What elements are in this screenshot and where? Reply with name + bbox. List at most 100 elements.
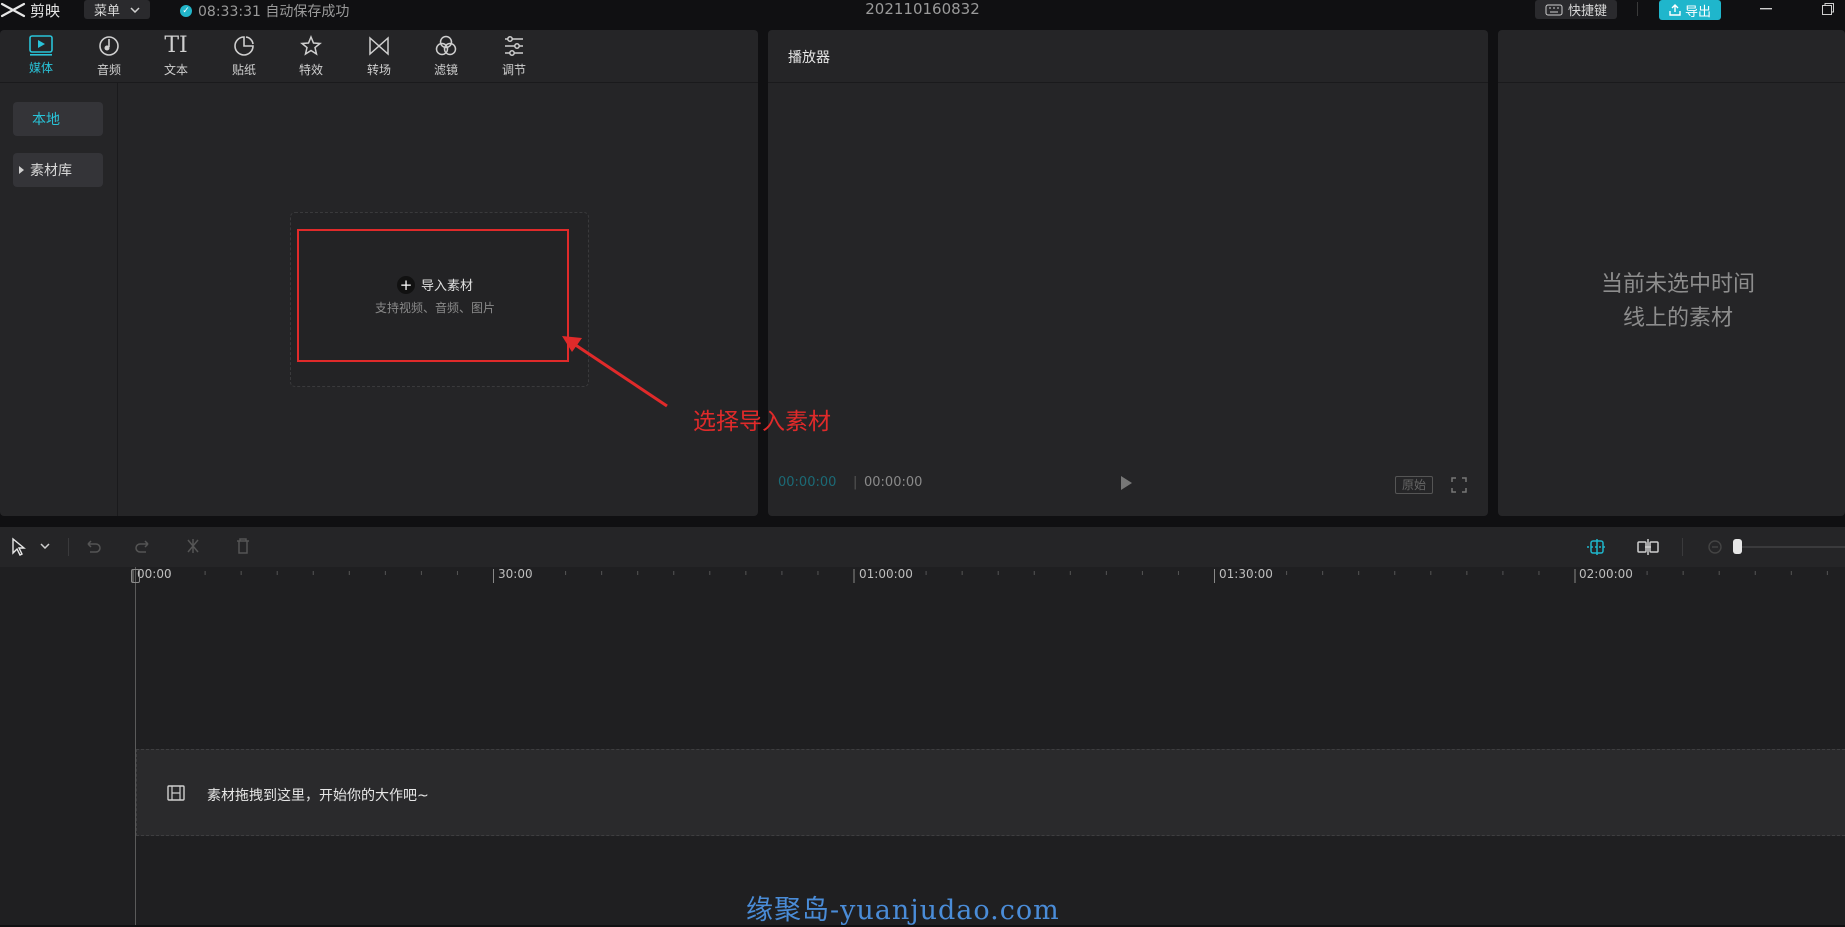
title-bar: 剪映 菜单 ✓ 08:33:31 自动保存成功 202110160832 快捷键… bbox=[0, 0, 1845, 20]
time-ruler[interactable] bbox=[0, 567, 1845, 587]
time-current: 00:00:00 bbox=[778, 475, 837, 490]
text-icon: TI bbox=[164, 33, 188, 58]
properties-panel: 当前未选中时间 线上的素材 bbox=[1498, 30, 1845, 516]
zoom-out-icon[interactable] bbox=[1707, 539, 1723, 555]
timeline-drop-zone[interactable]: 素材拖拽到这里，开始你的大作吧~ bbox=[136, 749, 1845, 836]
chevron-down-icon bbox=[130, 6, 140, 13]
tab-label: 媒体 bbox=[28, 61, 53, 75]
menu-button[interactable]: 菜单 bbox=[84, 0, 150, 19]
tab-label: 特效 bbox=[298, 63, 323, 77]
player-title: 播放器 bbox=[788, 50, 830, 66]
tab-label: 调节 bbox=[501, 63, 526, 77]
import-hint: 支持视频、音频、图片 bbox=[374, 301, 495, 315]
check-icon: ✓ bbox=[180, 5, 192, 17]
zoom-slider-track[interactable] bbox=[1735, 546, 1845, 548]
properties-header bbox=[1498, 30, 1845, 83]
autosave-status: ✓ 08:33:31 自动保存成功 bbox=[180, 1, 349, 21]
empty-line-1: 当前未选中时间 bbox=[1600, 272, 1755, 297]
undo-icon[interactable] bbox=[84, 537, 102, 555]
tab-filter[interactable]: 滤镜 bbox=[418, 34, 474, 82]
playhead-handle[interactable] bbox=[131, 569, 140, 583]
play-icon[interactable] bbox=[1121, 476, 1132, 490]
ratio-button[interactable]: 原始 bbox=[1395, 476, 1433, 494]
keyboard-icon bbox=[1545, 4, 1563, 15]
tab-transition[interactable]: 转场 bbox=[351, 34, 407, 82]
export-button[interactable]: 导出 bbox=[1659, 0, 1721, 20]
sticker-icon bbox=[234, 36, 254, 56]
adjust-icon bbox=[505, 36, 523, 56]
tab-label: 贴纸 bbox=[231, 63, 256, 77]
tab-media[interactable]: 媒体 bbox=[13, 34, 69, 82]
tab-effects[interactable]: 特效 bbox=[283, 34, 339, 82]
link-track-icon[interactable] bbox=[1636, 537, 1660, 557]
player-panel: 播放器 00:00:00 | 00:00:00 原始 bbox=[768, 30, 1488, 516]
import-label-row: + 导入素材 bbox=[299, 275, 571, 294]
divider bbox=[1637, 2, 1638, 16]
feature-toolbar: 媒体 音频 TI 文本 贴纸 特效 转场 滤镜 调节 bbox=[0, 30, 758, 83]
import-label: 导入素材 bbox=[420, 279, 473, 294]
empty-line-2: 线上的素材 bbox=[1622, 306, 1733, 331]
watermark: 缘聚岛-yuanjudao.com bbox=[746, 895, 1060, 926]
export-label: 导出 bbox=[1684, 4, 1711, 20]
select-cursor-icon[interactable] bbox=[10, 537, 28, 557]
magnet-snap-icon[interactable] bbox=[1585, 537, 1609, 557]
minimize-button[interactable] bbox=[1756, 0, 1776, 18]
shortcut-button[interactable]: 快捷键 bbox=[1535, 0, 1617, 19]
capcut-logo-icon bbox=[0, 2, 26, 18]
tab-audio[interactable]: 音频 bbox=[81, 34, 137, 82]
sidebar-item-library[interactable]: 素材库 bbox=[13, 153, 103, 187]
media-icon bbox=[29, 35, 53, 56]
tab-adjust[interactable]: 调节 bbox=[486, 34, 542, 82]
filter-icon bbox=[435, 35, 457, 56]
autosave-text: 08:33:31 自动保存成功 bbox=[198, 4, 350, 20]
sidebar-item-local[interactable]: 本地 bbox=[13, 102, 103, 136]
redo-icon[interactable] bbox=[134, 537, 152, 555]
drop-hint: 素材拖拽到这里，开始你的大作吧~ bbox=[207, 788, 429, 804]
divider bbox=[68, 538, 69, 556]
playhead[interactable] bbox=[135, 567, 136, 925]
tab-sticker[interactable]: 贴纸 bbox=[216, 34, 272, 82]
app-logo: 剪映 bbox=[0, 0, 60, 20]
menu-label: 菜单 bbox=[94, 4, 121, 19]
audio-icon bbox=[99, 36, 119, 56]
tick-label: 01:00:00 bbox=[859, 567, 913, 581]
tick-label: 01:30:00 bbox=[1219, 567, 1273, 581]
plus-icon: + bbox=[396, 275, 415, 294]
player-header: 播放器 bbox=[768, 30, 1488, 83]
media-panel: 媒体 音频 TI 文本 贴纸 特效 转场 滤镜 调节 本地 素材库 + 导入素材… bbox=[0, 30, 758, 516]
annotation-arrow-icon bbox=[562, 336, 668, 408]
shortcut-label: 快捷键 bbox=[1567, 4, 1607, 19]
timeline[interactable]: 00:00 30:00 01:00:00 01:30:00 02:00:00 素… bbox=[0, 567, 1845, 925]
sidebar-item-label: 素材库 bbox=[30, 163, 72, 179]
tab-label: 转场 bbox=[366, 63, 391, 77]
effects-icon bbox=[300, 35, 322, 56]
export-icon bbox=[1669, 4, 1681, 16]
import-button[interactable]: + 导入素材 支持视频、音频、图片 bbox=[297, 229, 569, 362]
tab-label: 滤镜 bbox=[433, 63, 458, 77]
transition-icon bbox=[369, 36, 389, 56]
tab-text[interactable]: TI 文本 bbox=[148, 34, 204, 82]
split-icon[interactable] bbox=[184, 537, 202, 555]
timeline-toolbar bbox=[0, 527, 1845, 567]
divider bbox=[1682, 538, 1683, 556]
tick-label: 00:00 bbox=[137, 567, 172, 581]
zoom-slider-handle[interactable] bbox=[1733, 539, 1742, 554]
app-name: 剪映 bbox=[30, 1, 61, 20]
time-separator: | bbox=[853, 475, 858, 490]
time-total: 00:00:00 bbox=[864, 475, 923, 490]
annotation-text: 选择导入素材 bbox=[693, 409, 831, 435]
properties-empty-text: 当前未选中时间 线上的素材 bbox=[1568, 268, 1788, 336]
chevron-down-icon[interactable] bbox=[40, 543, 50, 549]
tick-label: 30:00 bbox=[498, 567, 533, 581]
tab-label: 音频 bbox=[96, 63, 121, 77]
minimize-icon bbox=[1760, 8, 1772, 10]
fullscreen-icon[interactable] bbox=[1451, 477, 1467, 493]
delete-icon[interactable] bbox=[234, 537, 252, 555]
caret-right-icon bbox=[19, 166, 24, 174]
tick-label: 02:00:00 bbox=[1579, 567, 1633, 581]
restore-icon bbox=[1822, 3, 1834, 15]
tab-label: 文本 bbox=[163, 63, 188, 77]
film-icon bbox=[167, 785, 185, 801]
media-sidebar: 本地 素材库 bbox=[0, 83, 118, 516]
maximize-button[interactable] bbox=[1816, 0, 1840, 18]
